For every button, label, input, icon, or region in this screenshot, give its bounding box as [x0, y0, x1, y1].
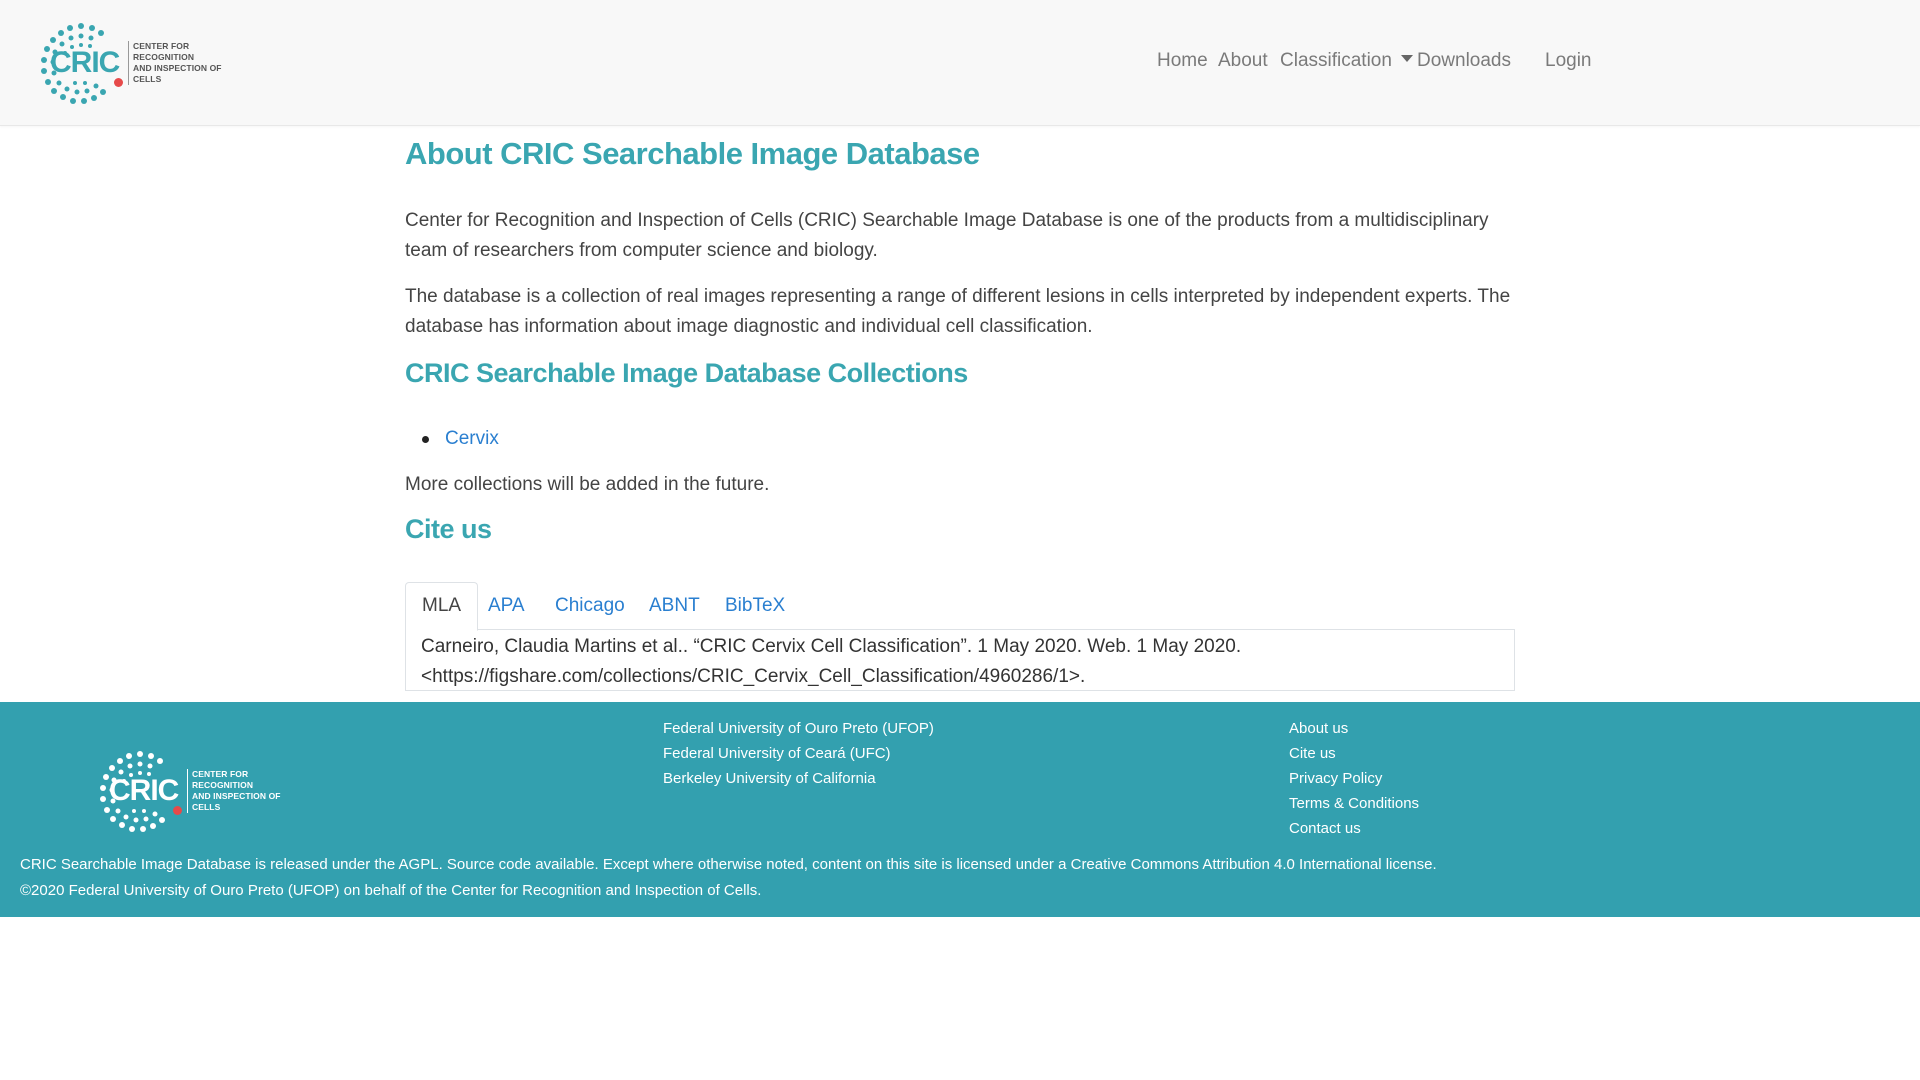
- nav-home[interactable]: Home: [1157, 50, 1208, 72]
- cell-dots-logo-icon: CRIC: [97, 750, 183, 832]
- logo-red-dot: [173, 806, 182, 815]
- footer-link-about-us[interactable]: About us: [1289, 720, 1348, 737]
- copyright-text: ©2020 Federal University of Ouro Preto (…: [20, 882, 762, 899]
- list-item: About us: [1289, 716, 1419, 741]
- nav-downloads[interactable]: Downloads: [1417, 50, 1511, 72]
- citation-tabs: MLA APA Chicago ABNT BibTeX: [405, 582, 1515, 631]
- list-item: Berkeley University of California: [663, 766, 934, 791]
- tab-mla[interactable]: MLA: [405, 582, 479, 631]
- tab-bibtex[interactable]: BibTeX: [708, 582, 802, 630]
- institution-link-ufop[interactable]: Federal University of Ouro Preto (UFOP): [663, 720, 934, 737]
- main-nav: Home About Classification Downloads Logi…: [0, 50, 1920, 78]
- nav-about[interactable]: About: [1218, 50, 1268, 72]
- footer-link-cite-us[interactable]: Cite us: [1289, 745, 1336, 762]
- collection-link-cervix[interactable]: Cervix: [445, 428, 499, 449]
- citation-line-1: Carneiro, Claudia Martins et al.. “CRIC …: [421, 636, 1242, 657]
- navbar: CRIC CENTER FOR RECOGNITION AND INSPECTI…: [0, 0, 1920, 126]
- citation-text-panel: Carneiro, Claudia Martins et al.. “CRIC …: [405, 630, 1515, 691]
- collections-heading: CRIC Searchable Image Database Collectio…: [405, 358, 968, 388]
- institution-link-ufc[interactable]: Federal University of Ceará (UFC): [663, 745, 891, 762]
- logo-subtitle: CENTER FOR RECOGNITION AND INSPECTION OF…: [187, 769, 287, 813]
- list-item: Federal University of Ceará (UFC): [663, 741, 934, 766]
- nav-classification-label: Classification: [1280, 50, 1392, 71]
- tab-abnt[interactable]: ABNT: [632, 582, 717, 630]
- list-item: Privacy Policy: [1289, 766, 1419, 791]
- list-item: Cervix: [405, 424, 499, 454]
- logo-red-dot: [114, 78, 123, 87]
- footer-link-terms[interactable]: Terms & Conditions: [1289, 795, 1419, 812]
- nav-login[interactable]: Login: [1545, 50, 1592, 72]
- tab-apa[interactable]: APA: [471, 582, 542, 630]
- more-collections-note: More collections will be added in the fu…: [405, 474, 770, 495]
- list-item: Contact us: [1289, 816, 1419, 841]
- logo-subtitle-line2: AND INSPECTION OF CELLS: [192, 791, 281, 812]
- logo-subtitle-line1: CENTER FOR RECOGNITION: [192, 769, 254, 790]
- collections-list: Cervix: [405, 424, 499, 454]
- footer-institutions: Federal University of Ouro Preto (UFOP) …: [663, 716, 934, 791]
- list-item: Cite us: [1289, 741, 1419, 766]
- logo-wordmark: CRIC: [109, 774, 179, 807]
- footer-legal: CRIC Searchable Image Database is releas…: [20, 852, 1437, 904]
- footer-link-privacy[interactable]: Privacy Policy: [1289, 770, 1382, 787]
- license-text: CRIC Searchable Image Database is releas…: [20, 856, 1437, 873]
- list-item: Terms & Conditions: [1289, 791, 1419, 816]
- cite-heading: Cite us: [405, 514, 492, 544]
- description-paragraph: The database is a collection of real ima…: [405, 286, 1511, 337]
- list-item: Federal University of Ouro Preto (UFOP): [663, 716, 934, 741]
- caret-down-icon: [1400, 55, 1413, 63]
- page-title: About CRIC Searchable Image Database: [405, 136, 980, 171]
- footer-link-contact[interactable]: Contact us: [1289, 820, 1361, 837]
- footer-logo: CRIC CENTER FOR RECOGNITION AND INSPECTI…: [97, 750, 287, 832]
- intro-paragraph: Center for Recognition and Inspection of…: [405, 210, 1489, 261]
- footer: CRIC CENTER FOR RECOGNITION AND INSPECTI…: [0, 702, 1920, 917]
- institution-link-berkeley[interactable]: Berkeley University of California: [663, 770, 876, 787]
- citation-line-2: <https://figshare.com/collections/CRIC_C…: [421, 666, 1086, 687]
- nav-classification-dropdown[interactable]: Classification: [1280, 50, 1413, 72]
- tab-chicago[interactable]: Chicago: [538, 582, 642, 630]
- footer-links: About us Cite us Privacy Policy Terms & …: [1289, 716, 1419, 841]
